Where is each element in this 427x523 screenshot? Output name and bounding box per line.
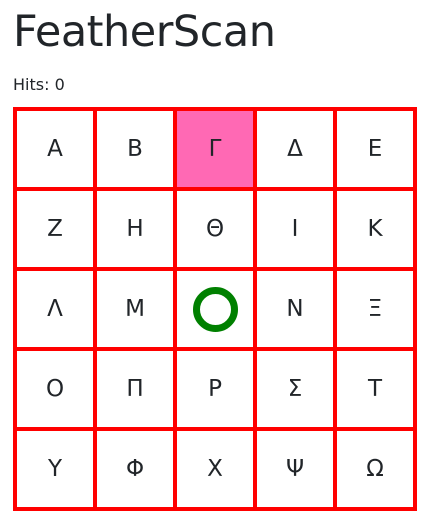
grid-cell[interactable]: Ε <box>337 111 413 187</box>
grid-cell[interactable]: Δ <box>257 111 333 187</box>
grid-cell[interactable]: Ψ <box>257 431 333 507</box>
grid-cell[interactable]: Η <box>97 191 173 267</box>
grid-cell[interactable]: Τ <box>337 351 413 427</box>
grid-cell[interactable]: Μ <box>97 271 173 347</box>
page-title: FeatherScan <box>13 7 276 57</box>
grid-cell[interactable]: Ζ <box>17 191 93 267</box>
grid-cell[interactable]: Θ <box>177 191 253 267</box>
grid-cell[interactable]: Υ <box>17 431 93 507</box>
grid-cell-marker[interactable] <box>177 271 253 347</box>
green-ring-icon <box>192 286 238 332</box>
grid-cell[interactable]: Σ <box>257 351 333 427</box>
grid-cell[interactable]: Ρ <box>177 351 253 427</box>
grid-cell[interactable]: Ν <box>257 271 333 347</box>
grid-cell[interactable]: Λ <box>17 271 93 347</box>
grid-cell[interactable]: Β <box>97 111 173 187</box>
grid-cell[interactable]: Ω <box>337 431 413 507</box>
grid-cell[interactable]: Κ <box>337 191 413 267</box>
grid-cell[interactable]: Α <box>17 111 93 187</box>
grid-cell[interactable]: Ι <box>257 191 333 267</box>
grid-cell[interactable]: Φ <box>97 431 173 507</box>
grid-cell[interactable]: Π <box>97 351 173 427</box>
grid-cell-highlighted[interactable]: Γ <box>177 111 253 187</box>
letter-grid: Α Β Γ Δ Ε Ζ Η Θ Ι Κ Λ Μ Ν Ξ Ο Π Ρ Σ Τ Υ … <box>13 107 417 511</box>
hits-counter: Hits: 0 <box>13 75 65 94</box>
grid-cell[interactable]: Χ <box>177 431 253 507</box>
grid-cell[interactable]: Ξ <box>337 271 413 347</box>
grid-cell[interactable]: Ο <box>17 351 93 427</box>
